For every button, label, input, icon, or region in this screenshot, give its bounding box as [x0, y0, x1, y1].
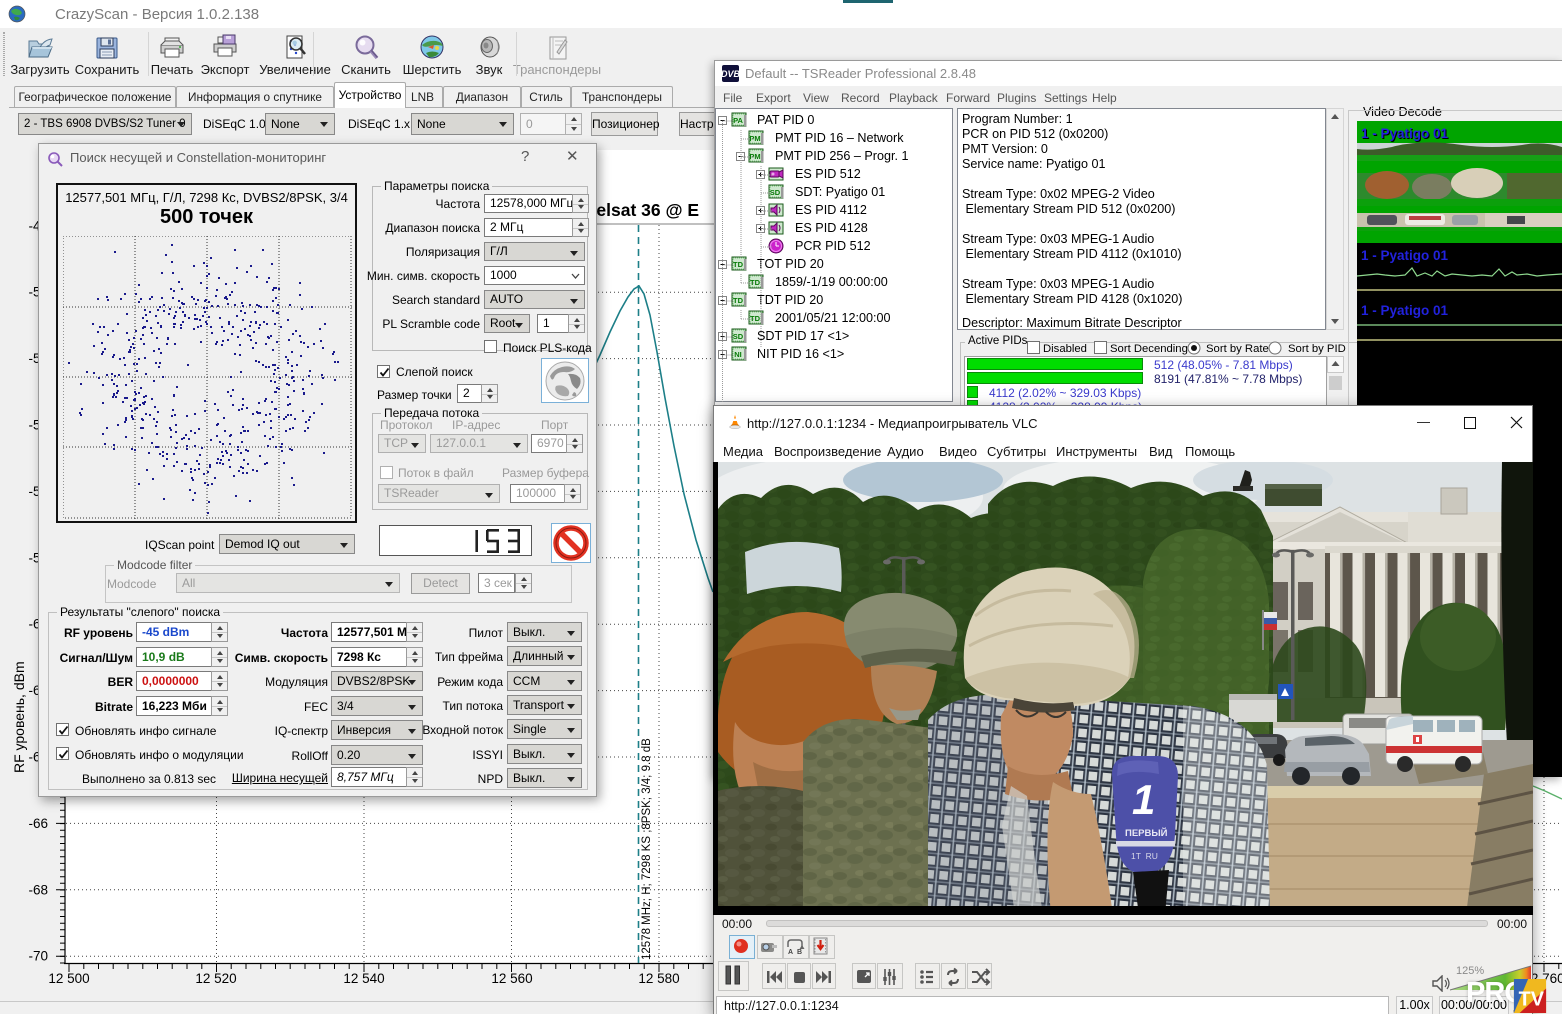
- svg-text:ПЕРВЫЙ: ПЕРВЫЙ: [1125, 827, 1168, 839]
- svg-text:12 580: 12 580: [638, 971, 679, 986]
- svg-text:DVB: DVB: [722, 69, 739, 79]
- svg-text:12 520: 12 520: [195, 971, 236, 986]
- svg-text:12 560: 12 560: [491, 971, 532, 986]
- svg-text:12578 MHz; H; 7298 KS ;8PSK; 3: 12578 MHz; H; 7298 KS ;8PSK; 3/4; 9.8 dB: [641, 738, 653, 960]
- svg-text:-68: -68: [28, 882, 48, 897]
- svg-text:12 500: 12 500: [48, 971, 89, 986]
- svg-text:A: A: [788, 949, 793, 956]
- svg-text:12 540: 12 540: [343, 971, 384, 986]
- svg-text:1T RU: 1T RU: [1131, 851, 1158, 861]
- svg-text:TV: TV: [1519, 988, 1545, 1010]
- svg-text:-66: -66: [28, 816, 48, 831]
- svg-text:B: B: [797, 949, 802, 956]
- svg-text:-70: -70: [28, 949, 48, 964]
- svg-text:1: 1: [1132, 776, 1155, 823]
